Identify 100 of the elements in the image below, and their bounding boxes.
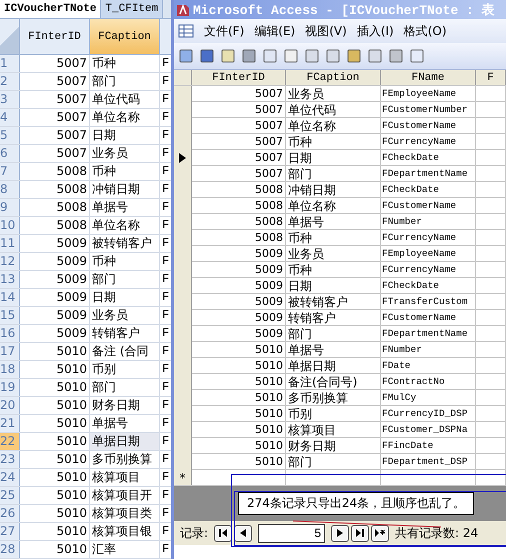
row-number[interactable]: 13 <box>0 271 20 288</box>
row-number[interactable]: 7 <box>0 163 20 180</box>
first-icon <box>218 528 228 538</box>
table-cell: 多币别换算 <box>90 451 160 468</box>
column-header[interactable]: F <box>476 70 506 85</box>
row-number[interactable]: 27 <box>0 523 20 540</box>
table-cell: 5007 <box>192 150 286 166</box>
table-cell-text: F <box>161 235 170 252</box>
table-cell: FCurrencyName <box>381 230 476 246</box>
table-cell: 5007 <box>192 86 286 102</box>
sheet-tab[interactable]: T_CFItem <box>101 0 164 18</box>
row-number[interactable]: 26 <box>0 505 20 522</box>
row-number[interactable]: 9 <box>0 199 20 216</box>
table-cell: 币别 <box>286 406 381 422</box>
record-count: 共有记录数: 24 <box>395 524 478 542</box>
table-cell-text: F <box>161 397 170 414</box>
table-cell: 单据号 <box>90 199 160 216</box>
table-cell: FDepartmentName <box>381 166 476 182</box>
table-cell: 单据日期 <box>286 358 381 374</box>
row-number[interactable]: 5 <box>0 127 20 144</box>
table-cell-text: F <box>161 379 170 396</box>
column-header[interactable]: FInterID <box>192 70 286 85</box>
table-cell-text: F <box>161 541 170 558</box>
annotation-note: 274条记录只导出24条，且顺序也乱了。 <box>238 492 474 515</box>
table-cell: 币种 <box>90 253 160 270</box>
row-number[interactable]: 6 <box>0 145 20 162</box>
row-number[interactable]: 25 <box>0 487 20 504</box>
table-cell: FCustomerNumber <box>381 102 476 118</box>
select-all-corner[interactable] <box>0 19 20 54</box>
next-record-button[interactable] <box>331 524 350 542</box>
table-cell: 币种 <box>286 230 381 246</box>
row-number[interactable]: 10 <box>0 217 20 234</box>
first-record-button[interactable] <box>214 524 232 542</box>
column-header[interactable]: FName <box>381 70 476 85</box>
table-cell-text: F <box>161 343 170 360</box>
table-cell-text: F <box>161 325 170 342</box>
row-number[interactable]: 15 <box>0 307 20 324</box>
last-record-button[interactable] <box>351 524 370 542</box>
table-icon <box>178 24 194 38</box>
table-cell: 核算项目 <box>90 469 160 486</box>
table-cell: 5009 <box>192 278 286 294</box>
table-cell: FCustomerName <box>381 198 476 214</box>
table-cell-text: F <box>161 145 170 162</box>
table-cell: 5009 <box>192 310 286 326</box>
row-number[interactable]: 19 <box>0 379 20 396</box>
last-icon <box>355 528 366 538</box>
menu-item[interactable]: 插入(I) <box>356 22 394 40</box>
table-cell: 5010 <box>192 374 286 390</box>
menu-item[interactable]: 格式(O) <box>404 22 447 40</box>
row-number[interactable]: 22 <box>0 433 20 450</box>
table-cell: 5009 <box>192 246 286 262</box>
table-cell: FTransferCustom <box>381 294 476 310</box>
table-cell: 5007 <box>192 102 286 118</box>
table-cell: 日期 <box>286 150 381 166</box>
table-cell: FCustomer_DSPNa <box>381 422 476 438</box>
table-cell: FContractNo <box>381 374 476 390</box>
left-triangle-icon <box>238 528 248 538</box>
row-number[interactable]: 2 <box>0 73 20 90</box>
table-cell: 单据日期 <box>90 433 160 450</box>
previous-record-button[interactable] <box>234 524 252 542</box>
table-cell: FCurrencyName <box>381 134 476 150</box>
row-number[interactable]: 18 <box>0 361 20 378</box>
row-number[interactable]: 28 <box>0 541 20 558</box>
table-cell-text: F <box>161 181 170 198</box>
row-number[interactable]: 12 <box>0 253 20 270</box>
new-record-marker[interactable]: * <box>174 470 192 485</box>
row-number[interactable]: 17 <box>0 343 20 360</box>
table-cell-text: F <box>161 469 170 486</box>
row-number[interactable]: 14 <box>0 289 20 306</box>
row-number[interactable]: 8 <box>0 181 20 198</box>
row-number[interactable]: 23 <box>0 451 20 468</box>
column-header[interactable]: FCaption <box>90 19 160 54</box>
row-number[interactable]: 3 <box>0 91 20 108</box>
table-cell-text: F <box>161 55 170 72</box>
table-cell: 备注 (合同 <box>90 343 160 360</box>
column-header[interactable]: FCaption <box>286 70 381 85</box>
record-number-field[interactable]: 5 <box>258 524 326 542</box>
row-number[interactable]: 16 <box>0 325 20 342</box>
table-cell: 业务员 <box>286 246 381 262</box>
row-number[interactable]: 11 <box>0 235 20 252</box>
row-number[interactable]: 1 <box>0 55 20 72</box>
row-number[interactable]: 21 <box>0 415 20 432</box>
new-record-button[interactable] <box>371 524 390 542</box>
table-cell-text: F <box>161 523 170 540</box>
row-number[interactable]: 24 <box>0 469 20 486</box>
table-cell: 单位名称 <box>286 118 381 134</box>
table-cell: FMulCy <box>381 390 476 406</box>
menu-item[interactable]: 视图(V) <box>305 22 347 40</box>
table-cell: 5008 <box>192 182 286 198</box>
table-cell: 单位名称 <box>90 109 160 126</box>
table-cell: 5010 <box>192 390 286 406</box>
table-cell: FEmployeeName <box>381 86 476 102</box>
menu-item[interactable]: 编辑(E) <box>254 22 296 40</box>
table-cell: 币种 <box>286 262 381 278</box>
table-cell: 5007 <box>192 118 286 134</box>
table-cell: 核算项目银 <box>90 523 160 540</box>
row-number[interactable]: 4 <box>0 109 20 126</box>
sheet-tab[interactable]: ICVoucherTNote <box>0 0 102 18</box>
menu-item[interactable]: 文件(F) <box>204 22 244 40</box>
row-number[interactable]: 20 <box>0 397 20 414</box>
